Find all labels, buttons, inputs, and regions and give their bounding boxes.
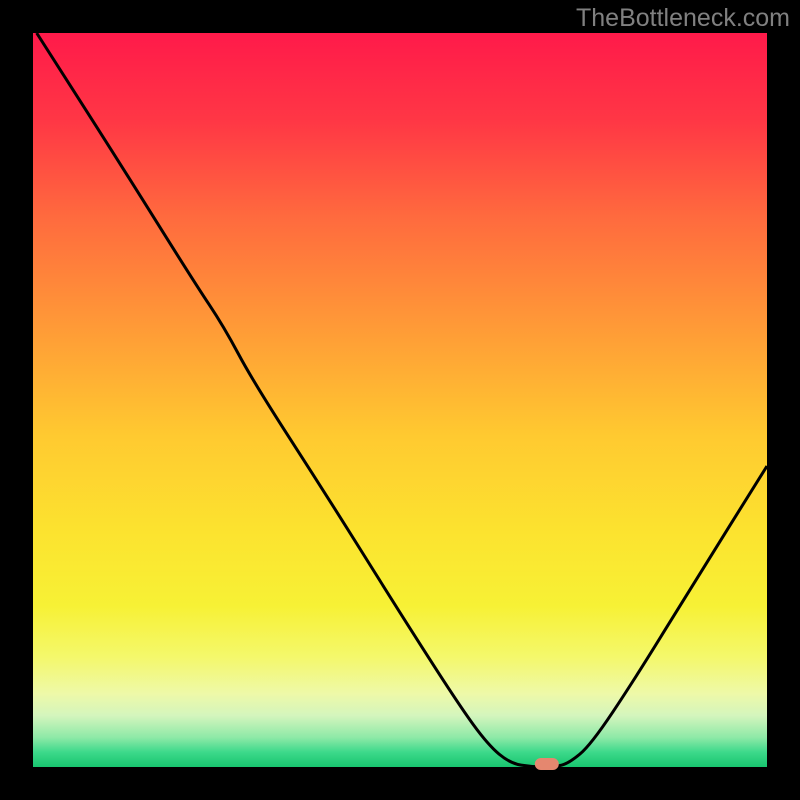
chart-container: TheBottleneck.com	[0, 0, 800, 800]
plot-background	[33, 33, 767, 767]
bottleneck-chart	[0, 0, 800, 800]
watermark-text: TheBottleneck.com	[576, 4, 790, 33]
optimal-marker	[535, 758, 559, 770]
